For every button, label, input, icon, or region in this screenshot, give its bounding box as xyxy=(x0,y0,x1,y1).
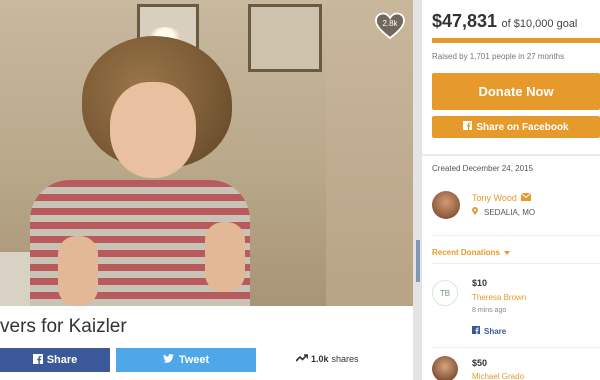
donate-now-button[interactable]: Donate Now xyxy=(432,73,600,110)
chevron-down-icon xyxy=(504,248,511,257)
campaign-title: vers for Kaizler xyxy=(0,306,413,346)
facebook-icon xyxy=(32,353,43,367)
wall-picture-portrait xyxy=(248,4,322,72)
divider xyxy=(432,347,600,348)
share-on-facebook-button[interactable]: Share on Facebook xyxy=(432,116,600,138)
facebook-share-label: Share xyxy=(46,354,78,366)
envelope-icon[interactable] xyxy=(520,192,532,203)
facebook-icon xyxy=(463,121,473,133)
share-count: 1.0k shares xyxy=(295,354,359,364)
twitter-icon xyxy=(162,354,174,366)
donor-avatar xyxy=(432,356,458,380)
donation-amount: $50 xyxy=(472,358,488,368)
location-text: SEDALIA, MO xyxy=(484,207,536,217)
donation-share-label: Share xyxy=(484,326,507,336)
recent-donations-label: Recent Donations xyxy=(432,248,501,257)
donor-name[interactable]: Michael Grado xyxy=(472,372,524,380)
created-date: Created December 24, 2015 xyxy=(432,164,533,173)
campaign-page: 2.8k vers for Kaizler Share Tweet 1.0k s… xyxy=(0,0,600,380)
share-bar: Share Tweet 1.0k shares xyxy=(0,342,413,380)
donation-share-button[interactable]: Share xyxy=(472,326,506,336)
organizer-name: Tony Wood xyxy=(472,193,517,203)
recent-donations-toggle[interactable]: Recent Donations xyxy=(432,248,511,257)
donor-initials-avatar: TB xyxy=(432,280,458,306)
raised-by-text: Raised by 1,701 people in 27 months xyxy=(432,52,565,61)
progress-fill xyxy=(432,38,600,43)
share-count-value: 1.0k xyxy=(311,354,329,364)
location-pin-icon xyxy=(472,207,478,217)
organizer-panel: Created December 24, 2015 Tony Wood SEDA… xyxy=(422,156,600,380)
divider xyxy=(432,263,600,264)
donation-time: 8 mins ago xyxy=(472,307,507,314)
thumb-up-left xyxy=(58,236,98,306)
tweet-button[interactable]: Tweet xyxy=(116,348,256,372)
campaign-photo: 2.8k xyxy=(0,0,413,306)
organizer-link[interactable]: Tony Wood xyxy=(472,192,532,203)
share-on-facebook-label: Share on Facebook xyxy=(476,121,569,133)
heart-count: 2.8k xyxy=(382,19,398,28)
door xyxy=(326,0,413,306)
divider xyxy=(432,235,600,236)
progress-bar xyxy=(432,38,600,43)
gutter-accent xyxy=(416,240,420,282)
donor-name[interactable]: Theresa Brown xyxy=(472,293,526,302)
child-face xyxy=(110,82,196,178)
amount-raised: $47,831 of $10,000 goal xyxy=(432,11,577,32)
trending-icon xyxy=(295,354,309,364)
tweet-label: Tweet xyxy=(178,354,210,366)
facebook-icon xyxy=(472,326,480,336)
donation-goal-panel: $47,831 of $10,000 goal Raised by 1,701 … xyxy=(422,0,600,154)
column-gutter xyxy=(413,0,422,380)
raised-amount: $47,831 xyxy=(432,11,498,31)
donation-amount: $10 xyxy=(472,278,488,288)
share-count-suffix: shares xyxy=(331,354,359,364)
heart-button[interactable]: 2.8k xyxy=(375,12,405,40)
goal-amount: of $10,000 goal xyxy=(501,18,578,30)
facebook-share-button[interactable]: Share xyxy=(0,348,110,372)
thumb-up-right xyxy=(205,222,245,292)
organizer-location: SEDALIA, MO xyxy=(472,207,535,217)
organizer-avatar xyxy=(432,191,460,219)
